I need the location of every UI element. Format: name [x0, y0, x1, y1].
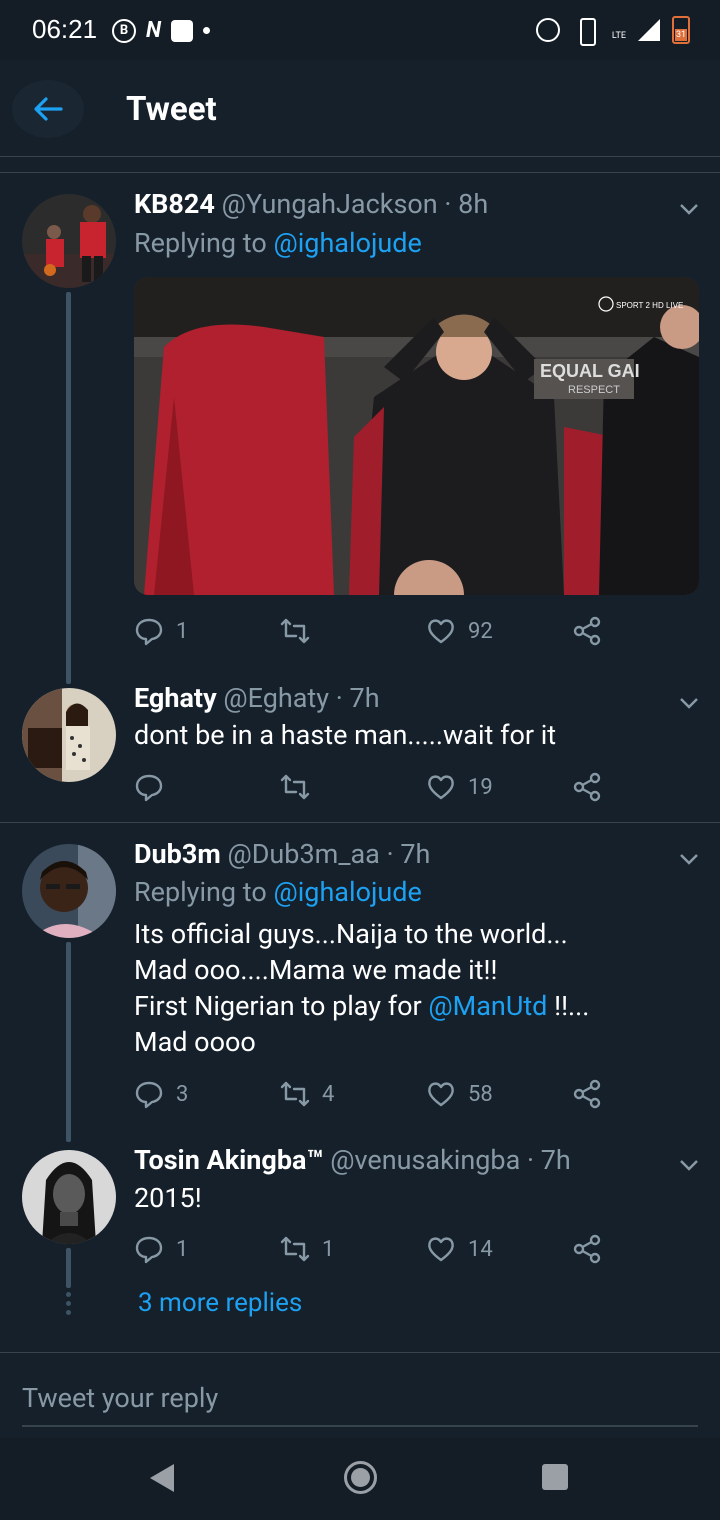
retweet-count: 1 [322, 1236, 335, 1262]
tweet-header: Tosin Akingba™ @venusakingba · 7h [134, 1144, 571, 1176]
user-handle[interactable]: @venusakingba [330, 1144, 520, 1176]
reply-bar [0, 1352, 720, 1438]
nav-back-icon[interactable] [150, 1464, 174, 1492]
like-count: 14 [468, 1236, 493, 1262]
avatar[interactable] [22, 1150, 116, 1244]
reply-count: 1 [176, 1236, 189, 1262]
user-name[interactable]: Tosin Akingba™ [134, 1144, 324, 1176]
thread-dots [66, 1292, 71, 1319]
like-button[interactable]: 14 [426, 1229, 493, 1269]
thread-line [66, 1248, 71, 1288]
system-nav-bar [0, 1438, 720, 1520]
nav-home-icon[interactable] [344, 1461, 377, 1494]
reply-button[interactable]: 1 [134, 1229, 188, 1269]
chevron-down-icon[interactable] [678, 1154, 700, 1176]
share-icon [573, 1234, 601, 1264]
more-replies-link[interactable]: 3 more replies [138, 1288, 302, 1318]
share-button[interactable] [572, 1229, 602, 1269]
heart-icon [428, 1237, 454, 1262]
reply-icon [135, 1236, 163, 1264]
tweet-text: 2015! [134, 1182, 202, 1214]
reply-input[interactable] [22, 1353, 698, 1427]
tweet-time: 7h [540, 1144, 571, 1176]
nav-recents-icon[interactable] [542, 1464, 568, 1490]
retweet-button[interactable]: 1 [280, 1229, 334, 1269]
tweet-tosin[interactable]: Tosin Akingba™ @venusakingba · 7h 2015! … [0, 0, 720, 1280]
tweet-actions: 1 1 14 [134, 1229, 614, 1269]
retweet-icon [280, 1236, 310, 1262]
